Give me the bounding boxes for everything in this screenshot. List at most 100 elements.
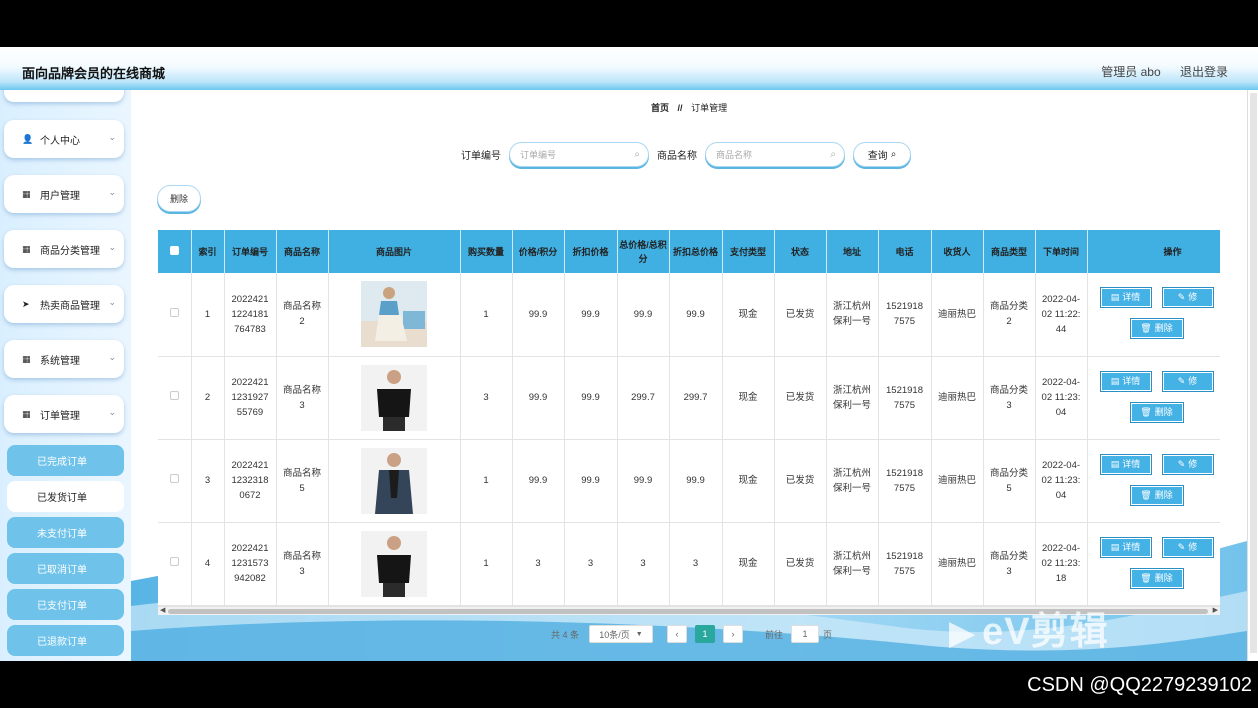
row-delete-button[interactable]: 🗑 删除 [1129,318,1184,339]
cell-text: 3 [640,558,646,569]
sidebar-sub-item[interactable]: 未支付订单 [7,517,124,548]
cell-disc-total: 99.9 [669,273,723,357]
product-image[interactable] [361,364,427,431]
cell-text: 商品名称2 [282,301,321,328]
actions-cell: ▤ 详情 ✎ 修 🗑 删除 [1087,522,1220,606]
row-checkbox[interactable] [169,307,179,317]
detail-button[interactable]: ▤ 详情 [1099,370,1152,392]
cell-addr: 浙江杭州保利一号 [826,439,879,523]
page-size-value: 10条/页 [599,629,630,640]
sidebar-menu-item[interactable]: ▦ 订单管理 ⌄ [4,395,124,433]
cell-text: 2022-04-02 11:23:18 [1041,543,1081,584]
cell-text: 浙江杭州保利一号 [832,550,871,577]
cell-pay: 现金 [722,356,775,440]
cell-text: 现金 [738,475,758,486]
chevron-down-icon: ⌄ [108,242,116,252]
scroll-right-icon[interactable]: ▶ [1213,606,1218,614]
product-image[interactable] [361,530,427,597]
detail-button[interactable]: ▤ 详情 [1099,287,1152,308]
sidebar-sub-item[interactable]: 已支付订单 [7,589,124,620]
select-all-header [158,230,192,273]
cell-price: 99.9 [512,439,565,523]
cell-text: 商品分类3 [989,384,1028,411]
detail-button[interactable]: ▤ 详情 [1099,453,1152,475]
order-number-input[interactable]: 订单编号 ⌕ [509,142,649,167]
select-all-checkbox[interactable] [169,245,179,255]
sidebar-menu-item[interactable]: 👤 个人中心 ⌄ [4,120,124,158]
row-checkbox[interactable] [169,391,179,400]
cell-text: 迪丽热巴 [937,308,976,320]
cell-text: 2022421 1232318 0672 [231,460,269,501]
sidebar-menu-label: 订单管理 [40,410,80,422]
cell-text: 99.9 [528,392,548,403]
product-image[interactable] [361,281,427,348]
goto-page-input[interactable]: 1 [791,625,820,643]
detail-button[interactable]: ▤ 详情 [1099,536,1152,558]
edit-button[interactable]: ✎ 修 [1161,453,1214,475]
table-row[interactable]: 4 2022421 1231573 942082 商品名称3 1 3 3 3 3 现金 已发货 浙江… [158,522,1220,606]
sidebar-menu-item[interactable]: ▦ 用户管理 ⌄ [4,175,124,213]
edit-button[interactable]: ✎ 修 [1161,370,1214,392]
row-checkbox[interactable] [169,474,179,483]
sidebar-item-partial[interactable] [4,90,124,102]
cell-text: 现金 [738,392,758,403]
table-row[interactable]: 1 2022421 1224181 764783 商品名称2 1 99.9 99.9 99.… [158,273,1220,357]
breadcrumb-home[interactable]: 首页 [651,103,669,113]
cell-status: 已发货 [774,273,827,357]
edit-button[interactable]: ✎ 修 [1161,287,1214,308]
row-delete-button[interactable]: 🗑 删除 [1129,484,1184,506]
sidebar-sub-item[interactable]: 已退款订单 [7,625,124,656]
page-number-button[interactable]: 1 [695,625,716,643]
logout-link[interactable]: 退出登录 [1180,65,1228,79]
grid-icon: ▦ [22,408,31,419]
vertical-scrollbar[interactable] [1247,90,1258,661]
cell-name: 商品名称3 [276,356,329,440]
cell-text: 1 [483,558,489,569]
table-row[interactable]: 3 2022421 1232318 0672 商品名称5 1 99.9 99.9 99.9 9… [158,439,1220,523]
site-title: 面向品牌会员的在线商城 [22,66,166,81]
cell-text: 4 [204,558,211,569]
cell-receiver: 迪丽热巴 [931,273,984,357]
prev-page-button[interactable]: ‹ [667,625,688,643]
column-header: 购买数量 [460,230,513,273]
cell-text: 99.9 [633,475,653,486]
page-size-select[interactable]: 10条/页 ▼ [589,625,654,643]
cell-idx: 4 [191,522,225,606]
scroll-left-icon[interactable]: ◀ [160,606,165,614]
row-delete-button[interactable]: 🗑 删除 [1129,401,1184,423]
edit-icon: ✎ [1177,375,1186,386]
sidebar-sub-item[interactable]: 已完成订单 [7,445,124,476]
trash-icon: 🗑 [1140,489,1152,500]
cell-text: 1 [483,308,489,320]
cell-text: 2022-04-02 11:23:04 [1041,460,1081,501]
sidebar: 👤 个人中心 ⌄ ▦ 用户管理 ⌄ ▦ 商品分类管理 ⌄ ➤ 热卖商品管理 ⌄ ▦ 系统管理 ⌄ ▦ 订单管理 ⌄… [0,90,131,661]
column-header: 索引 [191,230,225,273]
sidebar-sub-item[interactable]: 已发货订单 [7,481,124,512]
sidebar-sub-item[interactable]: 已取消订单 [7,553,124,584]
row-delete-label: 删除 [1154,323,1173,333]
grid-icon: ▦ [22,188,31,199]
column-header: 商品图片 [328,230,461,273]
sidebar-menu-item[interactable]: ➤ 热卖商品管理 ⌄ [4,285,124,323]
row-checkbox[interactable] [169,557,179,566]
query-button[interactable]: 查询 ⌕ [853,142,911,167]
next-page-button[interactable]: › [723,625,744,643]
cell-text: 1 [483,475,489,486]
table-row[interactable]: 2 2022421 1231927 55769 商品名称3 3 99.9 99.9 299.… [158,356,1220,440]
vertical-scrollbar-thumb[interactable] [1250,93,1257,653]
row-delete-button[interactable]: 🗑 删除 [1129,567,1184,589]
cell-text: 现金 [738,558,758,569]
cell-time: 2022-04-02 11:23:04 [1035,356,1088,440]
product-image[interactable] [361,447,427,514]
edit-button[interactable]: ✎ 修 [1161,536,1214,558]
sidebar-menu-item[interactable]: ▦ 系统管理 ⌄ [4,340,124,378]
cell-text: 商品分类3 [989,550,1028,577]
cell-text: 299.7 [631,392,655,403]
cell-name: 商品名称5 [276,439,329,523]
product-name-input[interactable]: 商品名称 ⌕ [705,142,845,167]
edit-button-label: 修 [1188,292,1198,302]
cell-text: 已发货 [785,558,815,569]
goto-label: 前往 [765,629,784,640]
sidebar-menu-item[interactable]: ▦ 商品分类管理 ⌄ [4,230,124,268]
batch-delete-button[interactable]: 删除 [157,185,201,212]
